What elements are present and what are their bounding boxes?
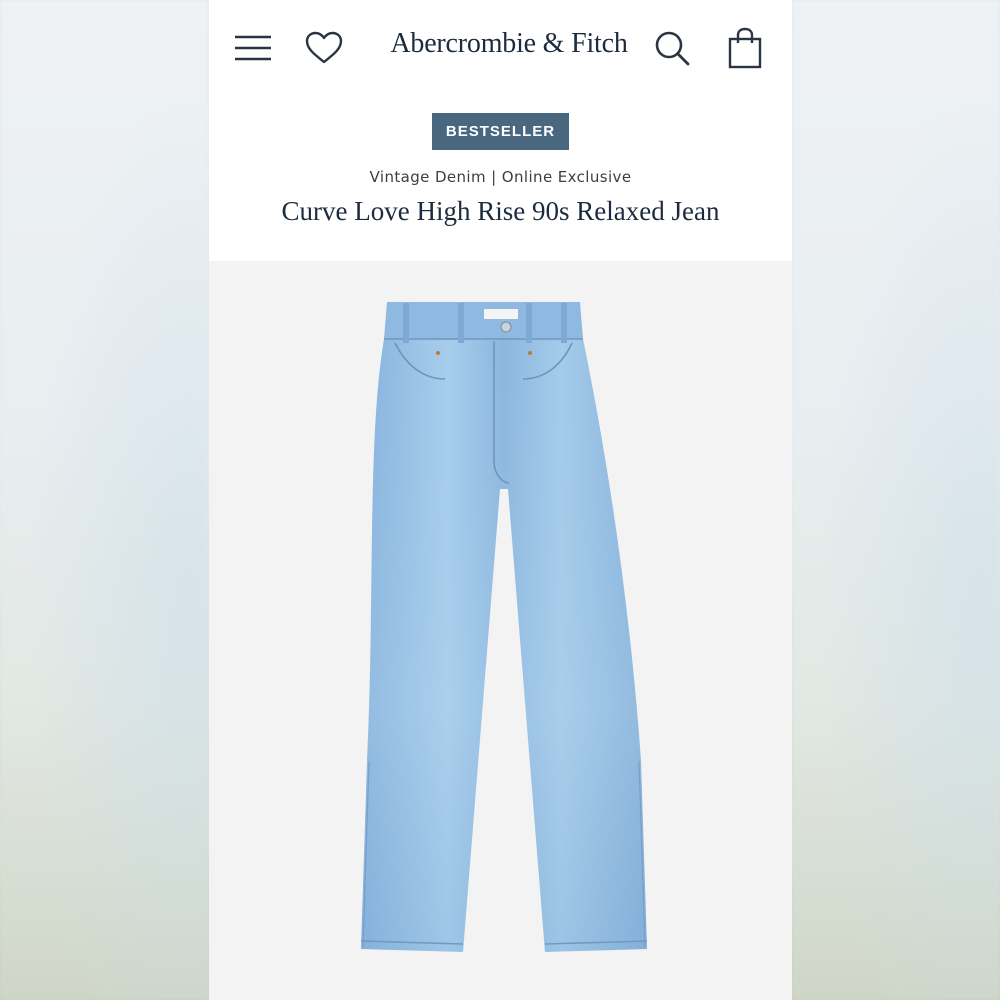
- product-page: Abercrombie & Fitch BESTSELLER Vintage D…: [209, 0, 792, 1000]
- heart-icon[interactable]: [302, 26, 346, 70]
- product-image[interactable]: [209, 261, 792, 1000]
- top-navigation-bar: Abercrombie & Fitch: [209, 0, 792, 96]
- blurred-background-right: [792, 0, 1000, 1000]
- search-icon[interactable]: [650, 26, 694, 70]
- jeans-image: [360, 302, 648, 952]
- badge-container: BESTSELLER: [209, 113, 792, 150]
- shopping-bag-icon[interactable]: [723, 26, 767, 70]
- product-collection: Vintage Denim | Online Exclusive: [369, 168, 632, 186]
- bestseller-badge: BESTSELLER: [431, 113, 570, 150]
- brand-logo[interactable]: Abercrombie & Fitch: [359, 28, 659, 60]
- product-title: Curve Love High Rise 90s Relaxed Jean: [281, 196, 720, 226]
- menu-icon[interactable]: [231, 26, 275, 70]
- blurred-background-left: [0, 0, 209, 1000]
